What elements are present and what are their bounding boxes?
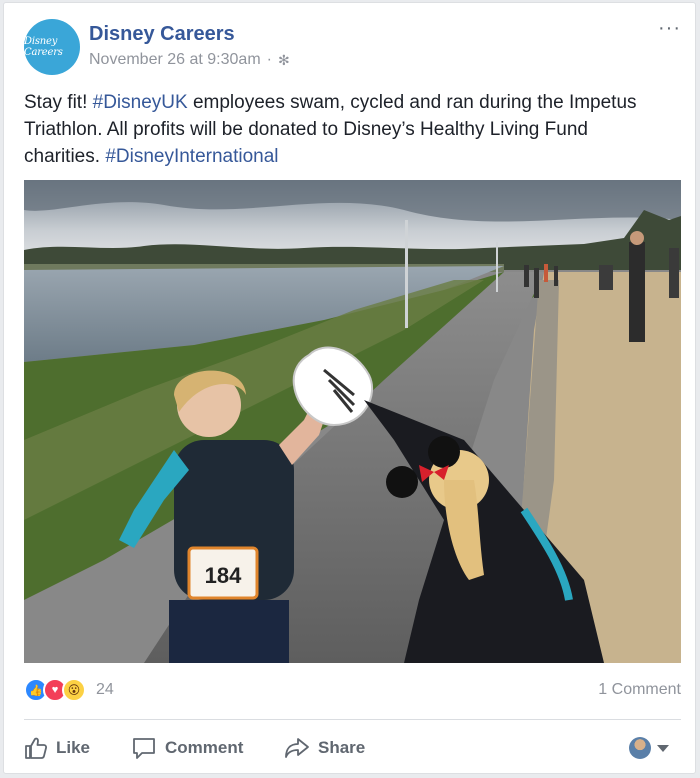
post-actions: Like Comment Share	[24, 731, 681, 765]
action-divider	[24, 719, 681, 720]
post-options-button[interactable]: ···	[658, 17, 681, 40]
public-audience-icon: ✻	[277, 51, 290, 68]
comment-count-link[interactable]: 1 Comment	[598, 681, 681, 699]
comment-label: Comment	[165, 738, 244, 757]
comment-bubble-icon	[131, 736, 157, 760]
share-arrow-icon	[284, 736, 310, 760]
post-meta: November 26 at 9:30am · ✻	[89, 51, 290, 69]
comment-button[interactable]: Comment	[131, 731, 243, 765]
reaction-count[interactable]: 24	[96, 681, 114, 699]
race-bib-number: 184	[205, 563, 242, 588]
share-button[interactable]: Share	[284, 731, 365, 765]
reaction-icons[interactable]: 👍 ♥ 😮	[24, 678, 86, 702]
wow-reaction-icon: 😮	[62, 678, 86, 702]
hashtag-disneyuk-link[interactable]: #DisneyUK	[93, 92, 188, 113]
photo-illustration: 184	[24, 180, 681, 663]
page-name-link[interactable]: Disney Careers	[89, 23, 235, 46]
page-avatar[interactable]: Disney Careers	[24, 19, 80, 75]
reactions-row: 👍 ♥ 😮 24 1 Comment	[24, 678, 681, 704]
caret-down-icon	[657, 744, 669, 752]
hashtag-disneyinternational-link[interactable]: #DisneyInternational	[105, 146, 278, 167]
share-label: Share	[318, 738, 366, 757]
post-text-intro: Stay fit!	[24, 92, 93, 113]
post-timestamp[interactable]: November 26 at 9:30am	[89, 51, 261, 69]
post-photo[interactable]: 184	[24, 180, 681, 663]
post-text: Stay fit! #DisneyUK employees swam, cycl…	[24, 89, 664, 170]
like-label: Like	[56, 738, 91, 757]
post-card: Disney Careers Disney Careers November 2…	[3, 2, 696, 774]
thumbs-up-icon	[24, 736, 48, 760]
avatar-logo-text: Disney Careers	[24, 36, 63, 58]
post-as-selector[interactable]	[629, 737, 669, 759]
like-button[interactable]: Like	[24, 731, 90, 765]
meta-separator: ·	[266, 51, 272, 68]
user-avatar	[629, 737, 651, 759]
